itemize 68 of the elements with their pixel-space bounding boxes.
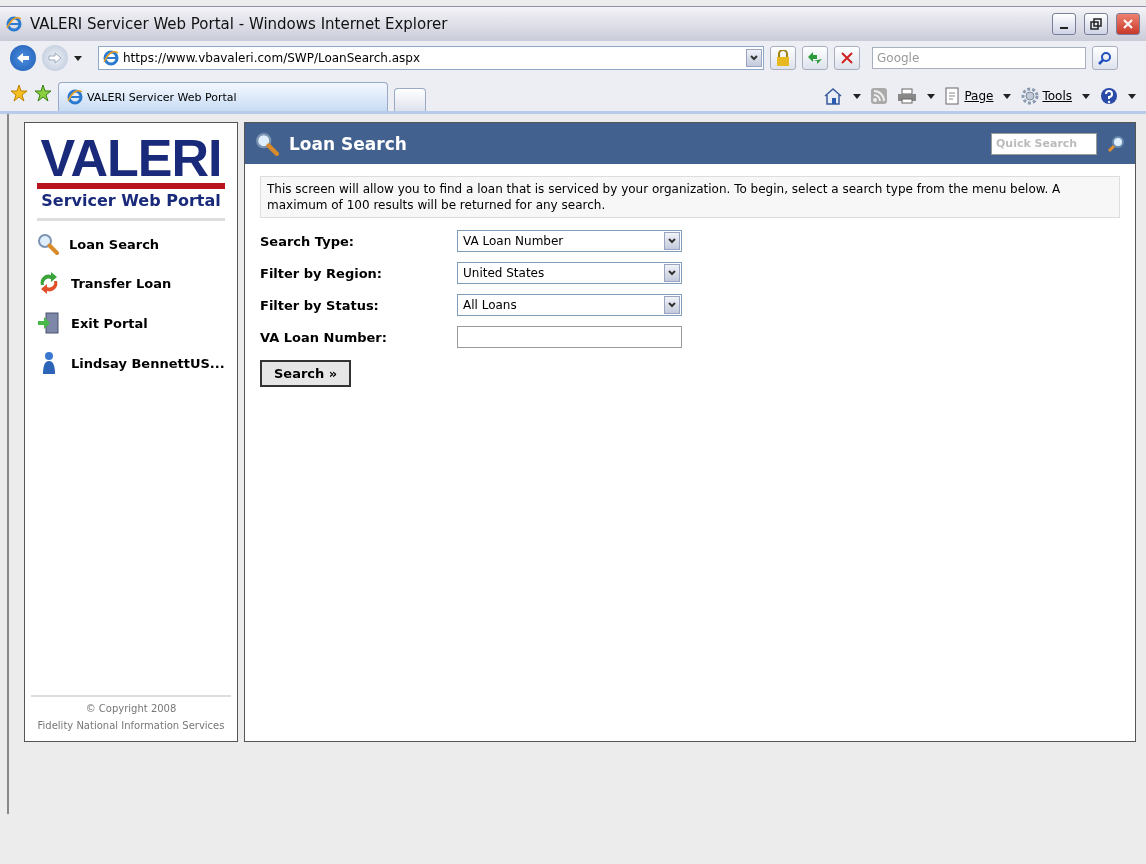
close-icon (1123, 19, 1133, 29)
dropdown[interactable]: United States (457, 262, 682, 284)
search-icon (255, 131, 279, 156)
chevron-icon (750, 55, 758, 61)
browser-e-icon (103, 50, 119, 66)
logo-subtitle: Servicer Web Portal (41, 191, 221, 210)
caret-icon (74, 55, 82, 61)
caret-icon (927, 93, 936, 99)
arrows-icon (807, 51, 823, 65)
dropdown-button[interactable] (746, 49, 762, 67)
caret-icon (1128, 93, 1136, 99)
star-icon[interactable] (10, 84, 28, 102)
caret-icon (853, 93, 862, 99)
sidebar-item[interactable]: Exit Portal (37, 311, 225, 335)
add-favorite-icon[interactable] (34, 84, 52, 102)
refresh-button[interactable] (802, 46, 828, 70)
field-label: VA Loan Number: (260, 329, 388, 345)
input-field[interactable] (457, 326, 682, 348)
address-bar[interactable]: https://www.vbavaleri.com/SWP/LoanSearch.aspx (98, 46, 764, 70)
chevron-icon (668, 238, 676, 244)
logo-wordmark: VALERI (36, 133, 226, 189)
command-menu[interactable]: Page (945, 87, 994, 105)
restore-icon (1090, 18, 1102, 30)
browser-tab[interactable]: VALERI Servicer Web Portal (58, 82, 388, 111)
field-label: Search Type: (260, 233, 355, 249)
dropdown[interactable]: VA Loan Number (457, 230, 682, 252)
window-title: VALERI Servicer Web Portal - Windows Internet Explorer (30, 15, 449, 33)
browser-e-icon (67, 89, 83, 105)
close-icon (841, 52, 853, 64)
caret-icon (1003, 93, 1012, 99)
security-button[interactable] (770, 46, 796, 70)
minimize-button[interactable] (1052, 13, 1076, 35)
command-menu[interactable]: Tools (1021, 87, 1072, 105)
stop-button[interactable] (834, 46, 860, 70)
chevron-icon (668, 302, 676, 308)
search-icon[interactable] (1107, 134, 1125, 153)
printer-icon[interactable] (897, 88, 918, 104)
search-button[interactable]: Search » (260, 360, 352, 387)
page-title: Loan Search (289, 133, 408, 154)
field-label: Filter by Region: (260, 265, 384, 281)
sidebar-item[interactable]: Loan Search (37, 233, 225, 255)
sidebar-item[interactable]: Transfer Loan (37, 271, 225, 295)
search-field[interactable]: Google (872, 47, 1086, 69)
minimize-icon (1060, 27, 1068, 29)
copyright-text: © Copyright 2008 (85, 703, 177, 714)
sidebar-item[interactable]: Lindsay BennettUS... (37, 351, 225, 375)
field-label: Filter by Status: (260, 297, 380, 313)
caret-icon (1082, 93, 1090, 99)
search-icon (1098, 51, 1112, 65)
door-arrow-icon (37, 311, 61, 335)
search-button[interactable] (1092, 46, 1118, 70)
intro-text: This screen will allow you to find a loan that is serviced by your organization. To begin, select a search type from the menu below. A maximum of 100 results will be returned for any search. (260, 176, 1120, 218)
close-button[interactable] (1116, 13, 1140, 35)
back-button[interactable] (10, 45, 36, 71)
home-icon[interactable] (823, 87, 844, 105)
settings-icon (1021, 87, 1040, 105)
page-icon (945, 87, 962, 105)
search-icon (37, 233, 59, 255)
right-arrow-icon (48, 52, 62, 64)
browser-e-icon (6, 16, 22, 32)
padlock-icon (776, 50, 790, 66)
left-arrow-icon (16, 52, 30, 64)
copyright-text: Fidelity National Information Services (37, 720, 225, 731)
quick-search-field[interactable]: Quick Search (991, 132, 1097, 155)
restore-button[interactable] (1084, 13, 1108, 35)
chevron-icon (668, 270, 676, 276)
dropdown[interactable]: All Loans (457, 294, 682, 316)
help-icon[interactable] (1100, 87, 1118, 105)
